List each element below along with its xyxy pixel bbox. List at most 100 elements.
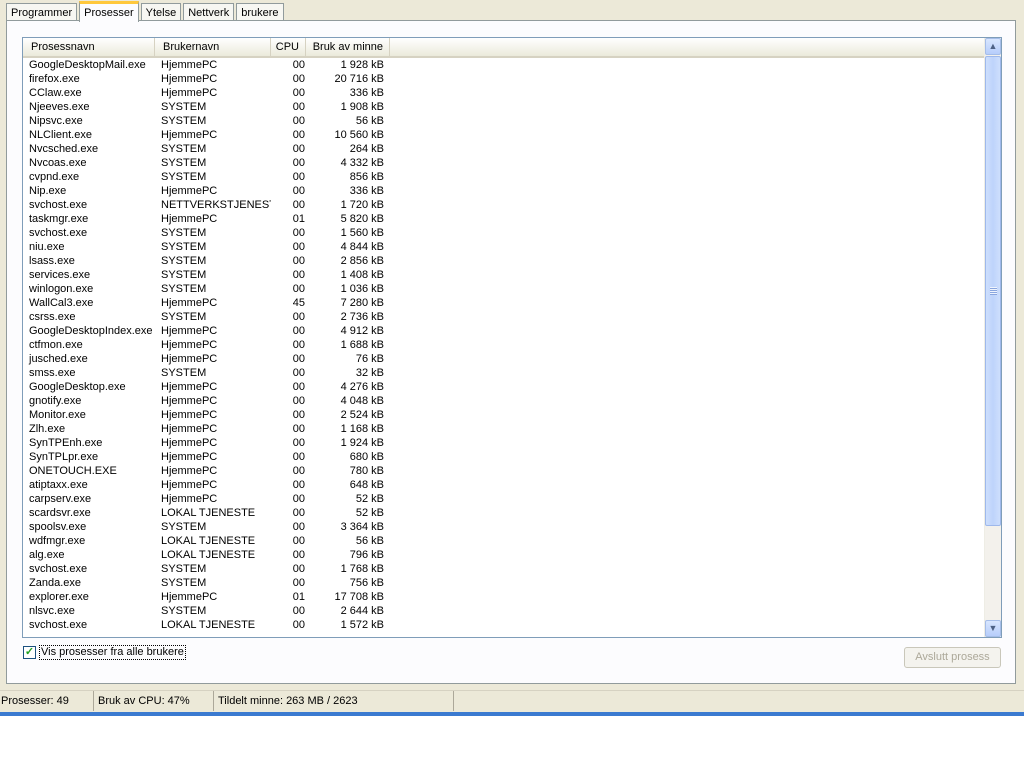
show-all-users-label[interactable]: Vis prosesser fra alle brukere	[39, 645, 186, 660]
cpu-cell: 00	[292, 283, 305, 295]
process-name-cell: taskmgr.exe	[29, 213, 89, 225]
table-row[interactable]: gnotify.exe HjemmePC 00 4 048 kB	[23, 394, 985, 408]
table-row[interactable]: carpserv.exe HjemmePC 00 52 kB	[23, 492, 985, 506]
table-row[interactable]: svchost.exe NETTVERKSTJENESTE 00 1 720 kB	[23, 198, 985, 212]
cpu-cell: 00	[292, 143, 305, 155]
table-row[interactable]: jusched.exe HjemmePC 00 76 kB	[23, 352, 985, 366]
process-name-cell: jusched.exe	[29, 353, 88, 365]
tab-ytelse[interactable]: Ytelse	[140, 3, 182, 21]
show-all-users-option[interactable]: ✓ Vis prosesser fra alle brukere	[23, 645, 186, 660]
memory-cell: 680 kB	[349, 451, 384, 463]
column-header-process-name[interactable]: Prosessnavn	[23, 38, 155, 56]
table-row[interactable]: winlogon.exe SYSTEM 00 1 036 kB	[23, 282, 985, 296]
table-row[interactable]: Monitor.exe HjemmePC 00 2 524 kB	[23, 408, 985, 422]
table-row[interactable]: CClaw.exe HjemmePC 00 336 kB	[23, 86, 985, 100]
user-name-cell: HjemmePC	[161, 87, 218, 99]
cpu-cell: 00	[292, 507, 305, 519]
show-all-users-checkbox[interactable]: ✓	[23, 646, 36, 659]
table-row[interactable]: niu.exe SYSTEM 00 4 844 kB	[23, 240, 985, 254]
table-row[interactable]: ONETOUCH.EXE HjemmePC 00 780 kB	[23, 464, 985, 478]
column-header-user-name[interactable]: Brukernavn	[155, 38, 271, 56]
table-row[interactable]: services.exe SYSTEM 00 1 408 kB	[23, 268, 985, 282]
user-name-cell: HjemmePC	[161, 59, 218, 71]
status-cpu-usage: Bruk av CPU: 47%	[94, 691, 214, 711]
table-row[interactable]: spoolsv.exe SYSTEM 00 3 364 kB	[23, 520, 985, 534]
table-row[interactable]: WallCal3.exe HjemmePC 45 7 280 kB	[23, 296, 985, 310]
cpu-cell: 00	[292, 395, 305, 407]
table-row[interactable]: Nvcoas.exe SYSTEM 00 4 332 kB	[23, 156, 985, 170]
table-row[interactable]: Njeeves.exe SYSTEM 00 1 908 kB	[23, 100, 985, 114]
table-row[interactable]: scardsvr.exe LOKAL TJENESTE 00 52 kB	[23, 506, 985, 520]
table-row[interactable]: smss.exe SYSTEM 00 32 kB	[23, 366, 985, 380]
scroll-up-icon[interactable]: ▲	[985, 38, 1001, 55]
memory-cell: 52 kB	[355, 493, 384, 505]
table-row[interactable]: GoogleDesktop.exe HjemmePC 00 4 276 kB	[23, 380, 985, 394]
user-name-cell: HjemmePC	[161, 213, 218, 225]
table-row[interactable]: ctfmon.exe HjemmePC 00 1 688 kB	[23, 338, 985, 352]
process-list[interactable]: Prosessnavn Brukernavn CPU Bruk av minne…	[22, 37, 1002, 638]
process-name-cell: scardsvr.exe	[29, 507, 91, 519]
table-row[interactable]: cvpnd.exe SYSTEM 00 856 kB	[23, 170, 985, 184]
vertical-scrollbar[interactable]: ▲ ▼	[984, 38, 1001, 637]
process-name-cell: explorer.exe	[29, 591, 89, 603]
memory-cell: 780 kB	[349, 465, 384, 477]
table-row[interactable]: explorer.exe HjemmePC 01 17 708 kB	[23, 590, 985, 604]
process-name-cell: GoogleDesktopMail.exe	[29, 59, 146, 71]
table-row[interactable]: SynTPLpr.exe HjemmePC 00 680 kB	[23, 450, 985, 464]
table-row[interactable]: Zlh.exe HjemmePC 00 1 168 kB	[23, 422, 985, 436]
memory-cell: 4 844 kB	[340, 241, 384, 253]
user-name-cell: SYSTEM	[161, 563, 207, 575]
table-row[interactable]: Nipsvc.exe SYSTEM 00 56 kB	[23, 114, 985, 128]
user-name-cell: HjemmePC	[161, 395, 218, 407]
table-row[interactable]: Zanda.exe SYSTEM 00 756 kB	[23, 576, 985, 590]
cpu-cell: 00	[292, 199, 305, 211]
table-row[interactable]: atiptaxx.exe HjemmePC 00 648 kB	[23, 478, 985, 492]
memory-cell: 2 524 kB	[340, 409, 384, 421]
window-bottom-border	[0, 712, 1024, 716]
table-row[interactable]: svchost.exe SYSTEM 00 1 768 kB	[23, 562, 985, 576]
column-header-cpu[interactable]: CPU	[271, 38, 306, 56]
table-row[interactable]: svchost.exe LOKAL TJENESTE 00 1 572 kB	[23, 618, 985, 632]
process-name-cell: atiptaxx.exe	[29, 479, 88, 491]
memory-cell: 17 708 kB	[334, 591, 384, 603]
scroll-down-icon[interactable]: ▼	[985, 620, 1001, 637]
process-name-cell: svchost.exe	[29, 619, 88, 631]
cpu-cell: 45	[292, 297, 305, 309]
table-row[interactable]: alg.exe LOKAL TJENESTE 00 796 kB	[23, 548, 985, 562]
table-row[interactable]: SynTPEnh.exe HjemmePC 00 1 924 kB	[23, 436, 985, 450]
user-name-cell: HjemmePC	[161, 465, 218, 477]
table-row[interactable]: wdfmgr.exe LOKAL TJENESTE 00 56 kB	[23, 534, 985, 548]
table-row[interactable]: Nvcsched.exe SYSTEM 00 264 kB	[23, 142, 985, 156]
table-row[interactable]: lsass.exe SYSTEM 00 2 856 kB	[23, 254, 985, 268]
tab-prosesser[interactable]: Prosesser	[79, 1, 139, 22]
cpu-cell: 00	[292, 465, 305, 477]
table-row[interactable]: nlsvc.exe SYSTEM 00 2 644 kB	[23, 604, 985, 618]
user-name-cell: HjemmePC	[161, 185, 218, 197]
end-process-button[interactable]: Avslutt prosess	[904, 647, 1001, 668]
table-row[interactable]: svchost.exe SYSTEM 00 1 560 kB	[23, 226, 985, 240]
table-row[interactable]: csrss.exe SYSTEM 00 2 736 kB	[23, 310, 985, 324]
tab-programmer[interactable]: Programmer	[6, 3, 78, 21]
table-row[interactable]: Nip.exe HjemmePC 00 336 kB	[23, 184, 985, 198]
table-row[interactable]: firefox.exe HjemmePC 00 20 716 kB	[23, 72, 985, 86]
table-row[interactable]: GoogleDesktopMail.exe HjemmePC 00 1 928 kB	[23, 58, 985, 72]
memory-cell: 5 820 kB	[340, 213, 384, 225]
table-row[interactable]: taskmgr.exe HjemmePC 01 5 820 kB	[23, 212, 985, 226]
cpu-cell: 00	[292, 73, 305, 85]
cpu-cell: 00	[292, 311, 305, 323]
memory-cell: 1 928 kB	[340, 59, 384, 71]
scroll-thumb[interactable]	[985, 56, 1001, 526]
grip-icon	[990, 287, 997, 295]
process-name-cell: SynTPEnh.exe	[29, 437, 103, 449]
user-name-cell: SYSTEM	[161, 605, 207, 617]
user-name-cell: SYSTEM	[161, 367, 207, 379]
cpu-cell: 00	[292, 353, 305, 365]
process-name-cell: Zlh.exe	[29, 423, 66, 435]
user-name-cell: SYSTEM	[161, 521, 207, 533]
column-header-memory[interactable]: Bruk av minne	[306, 38, 390, 56]
tab-nettverk[interactable]: Nettverk	[183, 3, 235, 21]
table-row[interactable]: GoogleDesktopIndex.exe HjemmePC 00 4 912 kB	[23, 324, 985, 338]
tab-brukere[interactable]: brukere	[236, 3, 284, 21]
table-row[interactable]: NLClient.exe HjemmePC 00 10 560 kB	[23, 128, 985, 142]
process-name-cell: Nip.exe	[29, 185, 67, 197]
